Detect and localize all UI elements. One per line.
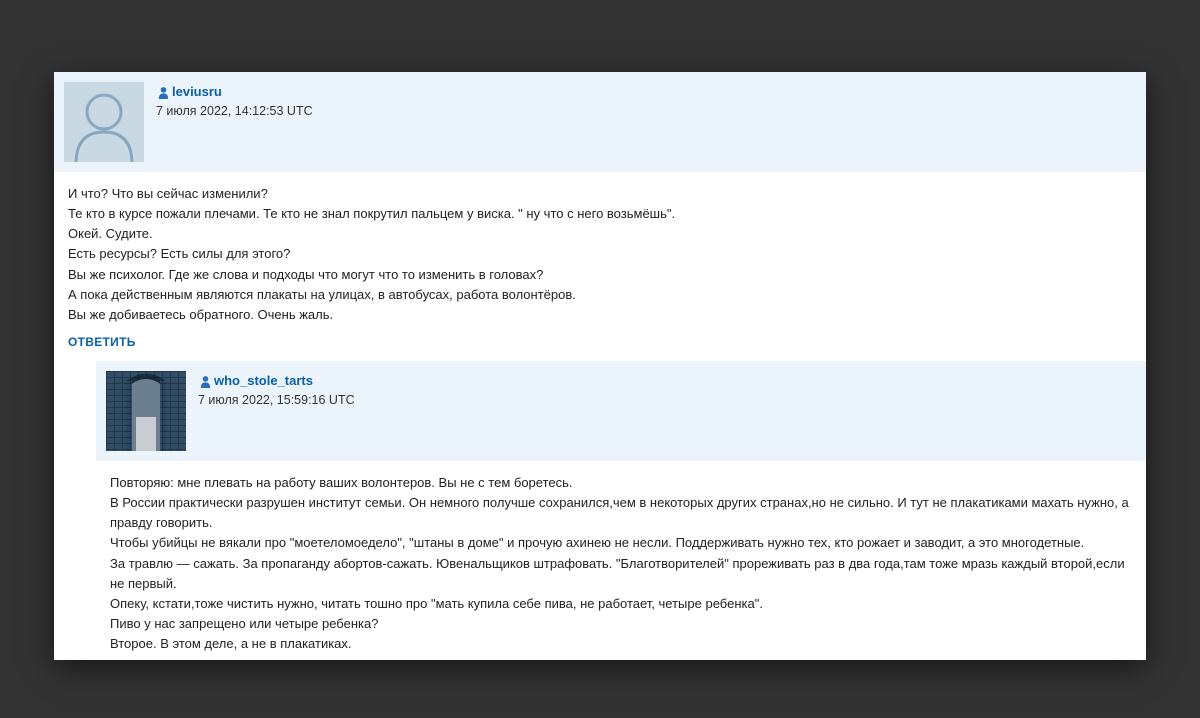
body-line: Вы же психолог. Где же слова и подходы ч… [68, 265, 1132, 285]
comment: leviusru 7 июля 2022, 14:12:53 UTC И что… [54, 72, 1146, 361]
user-row: who_stole_tarts [198, 373, 355, 390]
user-icon [156, 85, 170, 99]
comment-meta: leviusru 7 июля 2022, 14:12:53 UTC [156, 82, 313, 118]
timestamp: 7 июля 2022, 14:12:53 UTC [156, 104, 313, 118]
body-line: За травлю — сажать. За пропаганду аборто… [110, 554, 1132, 594]
body-line: Опеку, кстати,тоже чистить нужно, читать… [110, 594, 1132, 614]
nested-comment-container: who_stole_tarts 7 июля 2022, 15:59:16 UT… [54, 361, 1146, 660]
username-link[interactable]: leviusru [172, 84, 222, 101]
timestamp: 7 июля 2022, 15:59:16 UTC [198, 393, 355, 407]
comment-body: И что? Что вы сейчас изменили? Те кто в … [54, 172, 1146, 331]
body-line: Второе. В этом деле, а не в плакатиках. [110, 634, 1132, 654]
default-avatar-icon [64, 82, 144, 162]
comment-thread-card: leviusru 7 июля 2022, 14:12:53 UTC И что… [54, 72, 1146, 660]
user-photo-avatar-icon [106, 371, 186, 451]
comment-header: who_stole_tarts 7 июля 2022, 15:59:16 UT… [96, 361, 1146, 461]
body-line: Пиво у нас запрещено или четыре ребенка? [110, 614, 1132, 634]
body-line: В России практически разрушен институт с… [110, 493, 1132, 533]
reply-button[interactable]: ОТВЕТИТЬ [54, 331, 150, 361]
comment-body: Повторяю: мне плевать на работу ваших во… [96, 461, 1146, 660]
body-line: И что? Что вы сейчас изменили? [68, 184, 1132, 204]
body-line: А пока действенным являются плакаты на у… [68, 285, 1132, 305]
body-line: Повторяю: мне плевать на работу ваших во… [110, 473, 1132, 493]
avatar[interactable] [64, 82, 144, 162]
avatar[interactable] [106, 371, 186, 451]
comment-meta: who_stole_tarts 7 июля 2022, 15:59:16 UT… [198, 371, 355, 407]
body-line: Те кто в курсе пожали плечами. Те кто не… [68, 204, 1132, 224]
body-line: Чтобы убийцы не вякали про "моетеломоеде… [110, 533, 1132, 553]
body-line: Есть ресурсы? Есть силы для этого? [68, 244, 1132, 264]
body-line: Вы же добиваетесь обратного. Очень жаль. [68, 305, 1132, 325]
comment-header: leviusru 7 июля 2022, 14:12:53 UTC [54, 72, 1146, 172]
comment: who_stole_tarts 7 июля 2022, 15:59:16 UT… [96, 361, 1146, 660]
user-row: leviusru [156, 84, 313, 101]
body-line: Окей. Судите. [68, 224, 1132, 244]
username-link[interactable]: who_stole_tarts [214, 373, 313, 390]
user-icon [198, 374, 212, 388]
